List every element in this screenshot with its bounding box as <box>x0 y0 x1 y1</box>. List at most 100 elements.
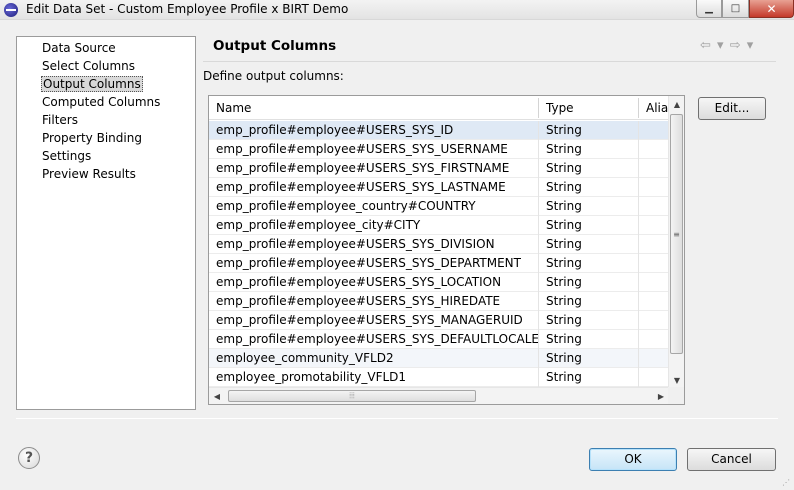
table-row[interactable]: emp_profile#employee#USERS_SYS_LOCATION S… <box>209 273 669 292</box>
column-type-cell: String <box>546 313 582 327</box>
table-row[interactable]: emp_profile#employee_city#CITY String <box>209 216 669 235</box>
column-type-cell: String <box>546 351 582 365</box>
column-name-cell: emp_profile#employee#USERS_SYS_DEFAULTLO… <box>216 332 538 346</box>
table-row[interactable]: emp_profile#employee#USERS_SYS_ID String <box>209 121 669 140</box>
column-type-cell: String <box>546 370 582 384</box>
nav-item[interactable]: Select Columns <box>41 58 136 74</box>
ok-button[interactable]: OK <box>589 448 677 471</box>
page-navigation-list: Data Source Select Columns Output Columns C… <box>16 36 196 410</box>
nav-item[interactable]: Data Source <box>41 40 117 56</box>
vertical-scroll-thumb[interactable]: ≡ <box>670 114 683 354</box>
column-alias-cell <box>639 121 669 140</box>
title-bar: Edit Data Set - Custom Employee Profile … <box>0 0 794 20</box>
maximize-button[interactable]: □ <box>722 0 749 18</box>
forward-dropdown-icon[interactable]: ▾ <box>747 38 755 53</box>
column-alias-cell <box>639 292 669 311</box>
column-alias-cell <box>639 197 669 216</box>
nav-item[interactable]: Computed Columns <box>41 94 161 110</box>
column-alias-cell <box>639 140 669 159</box>
table-row[interactable]: emp_profile#employee#USERS_SYS_DIVISION S… <box>209 235 669 254</box>
horizontal-scroll-thumb[interactable]: ⦙⦙⦙ <box>228 390 476 402</box>
back-arrow-icon[interactable]: ⇦ <box>700 38 712 53</box>
footer-divider <box>16 418 778 419</box>
close-button[interactable]: ✕ <box>749 0 794 18</box>
column-name-cell: emp_profile#employee_city#CITY <box>216 218 421 232</box>
nav-item[interactable]: Filters <box>41 112 79 128</box>
table-row[interactable]: emp_profile#employee#USERS_SYS_LASTNAME S… <box>209 178 669 197</box>
cancel-button[interactable]: Cancel <box>687 448 776 471</box>
page-title: Output Columns <box>213 38 337 54</box>
column-type-cell: String <box>546 275 582 289</box>
column-alias-cell <box>639 235 669 254</box>
nav-item[interactable]: Property Binding <box>41 130 143 146</box>
column-name-cell: emp_profile#employee#USERS_SYS_MANAGERUI… <box>216 313 523 327</box>
table-row[interactable]: emp_profile#employee#USERS_SYS_DEPARTMEN… <box>209 254 669 273</box>
column-name-cell: employee_community_VFLD2 <box>216 351 394 365</box>
column-name-cell: emp_profile#employee#USERS_SYS_USERNAME <box>216 142 508 156</box>
column-type-cell: String <box>546 256 582 270</box>
column-alias-cell <box>639 178 669 197</box>
column-name-cell: emp_profile#employee#USERS_SYS_LOCATION <box>216 275 502 289</box>
table-row[interactable]: employee_community_VFLD2 String <box>209 349 669 368</box>
column-alias-cell <box>639 216 669 235</box>
column-header-alias[interactable]: Alias <box>639 96 669 120</box>
column-name-cell: emp_profile#employee#USERS_SYS_FIRSTNAME <box>216 161 510 175</box>
scroll-right-icon[interactable]: ▶ <box>653 388 669 404</box>
window-title: Edit Data Set - Custom Employee Profile … <box>26 2 349 16</box>
table-row[interactable]: emp_profile#employee#USERS_SYS_DEFAULTLO… <box>209 330 669 349</box>
scroll-left-icon[interactable]: ◀ <box>209 388 225 404</box>
column-header-name[interactable]: Name <box>209 96 539 120</box>
resize-grip-icon[interactable]: ⋰ <box>782 478 792 488</box>
back-dropdown-icon[interactable]: ▾ <box>717 38 725 53</box>
column-name-cell: emp_profile#employee_country#COUNTRY <box>216 199 476 213</box>
scroll-up-icon[interactable]: ▲ <box>669 96 685 112</box>
output-columns-table[interactable]: Name Type Alias emp_profile#employee#USE… <box>208 95 685 405</box>
table-row[interactable]: employee_promotability_VFLD1 String <box>209 368 669 387</box>
column-alias-cell <box>639 273 669 292</box>
table-row[interactable]: emp_profile#employee#USERS_SYS_FIRSTNAME… <box>209 159 669 178</box>
table-row[interactable]: emp_profile#employee#USERS_SYS_USERNAME S… <box>209 140 669 159</box>
column-alias-cell <box>639 349 669 368</box>
column-header-type[interactable]: Type <box>539 96 639 120</box>
column-type-cell: String <box>546 123 582 137</box>
column-alias-cell <box>639 368 669 387</box>
column-type-cell: String <box>546 237 582 251</box>
scroll-down-icon[interactable]: ▼ <box>669 372 685 388</box>
column-alias-cell <box>639 254 669 273</box>
column-alias-cell <box>639 311 669 330</box>
column-name-cell: emp_profile#employee#USERS_SYS_DIVISION <box>216 237 495 251</box>
column-alias-cell <box>639 330 669 349</box>
nav-item[interactable]: Settings <box>41 148 92 164</box>
column-type-cell: String <box>546 332 582 346</box>
window-controls: ▁ □ ✕ <box>696 0 794 18</box>
scrollbar-corner <box>668 387 684 404</box>
column-type-cell: String <box>546 199 582 213</box>
column-type-cell: String <box>546 218 582 232</box>
table-row[interactable]: emp_profile#employee#USERS_SYS_HIREDATE S… <box>209 292 669 311</box>
table-header: Name Type Alias <box>209 96 669 120</box>
table-row[interactable]: emp_profile#employee_country#COUNTRY Stri… <box>209 197 669 216</box>
column-type-cell: String <box>546 180 582 194</box>
edit-button[interactable]: Edit... <box>698 97 766 120</box>
header-divider <box>203 61 776 62</box>
define-columns-label: Define output columns: <box>203 69 344 83</box>
column-alias-cell <box>639 159 669 178</box>
column-name-cell: emp_profile#employee#USERS_SYS_DEPARTMEN… <box>216 256 521 270</box>
minimize-button[interactable]: ▁ <box>696 0 722 18</box>
column-name-cell: emp_profile#employee#USERS_SYS_HIREDATE <box>216 294 501 308</box>
horizontal-scrollbar[interactable]: ◀ ⦙⦙⦙ ▶ <box>209 387 669 404</box>
forward-arrow-icon[interactable]: ⇨ <box>730 38 742 53</box>
history-navigation: ⇦ ▾ ⇨ ▾ <box>700 38 754 53</box>
column-type-cell: String <box>546 161 582 175</box>
nav-item[interactable]: Output Columns <box>41 76 143 92</box>
column-name-cell: emp_profile#employee#USERS_SYS_ID <box>216 123 454 137</box>
column-name-cell: emp_profile#employee#USERS_SYS_LASTNAME <box>216 180 506 194</box>
help-icon[interactable]: ? <box>18 447 40 469</box>
column-type-cell: String <box>546 142 582 156</box>
vertical-scrollbar[interactable]: ▲ ≡ ▼ <box>668 96 684 388</box>
column-name-cell: employee_promotability_VFLD1 <box>216 370 407 384</box>
table-row[interactable]: emp_profile#employee#USERS_SYS_MANAGERUI… <box>209 311 669 330</box>
nav-item[interactable]: Preview Results <box>41 166 137 182</box>
eclipse-app-icon <box>4 3 18 17</box>
column-type-cell: String <box>546 294 582 308</box>
